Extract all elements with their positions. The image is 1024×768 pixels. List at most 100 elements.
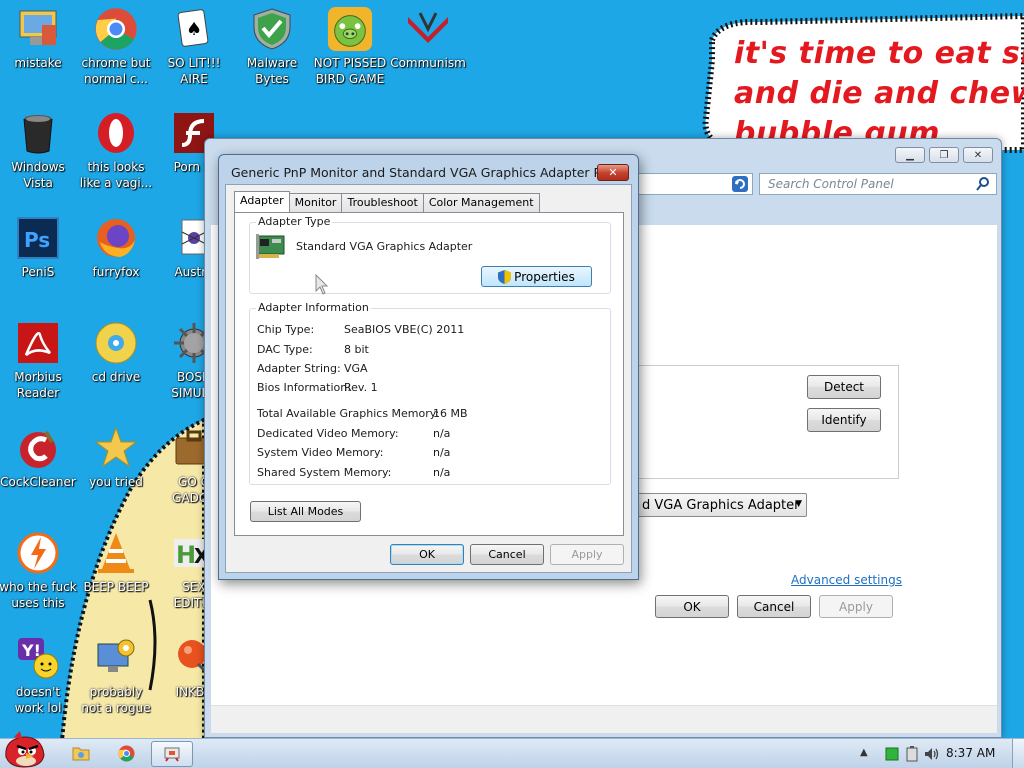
apply-button[interactable]: Apply [819, 595, 893, 618]
display-select[interactable]: d VGA Graphics Adapter ▼ [637, 493, 807, 517]
tab-color-management[interactable]: Color Management [422, 193, 540, 212]
dialog-cancel-button[interactable]: Cancel [470, 544, 544, 565]
system-memory-value: n/a [433, 446, 451, 459]
svg-text:Ps: Ps [24, 228, 50, 252]
desktop-icon-label: Communism [390, 56, 466, 70]
communism-icon [405, 6, 451, 52]
close-button[interactable]: ✕ [963, 147, 993, 163]
search-input[interactable]: Search Control Panel [759, 173, 997, 195]
properties-button[interactable]: Properties [481, 266, 592, 287]
desktop-icon[interactable]: this looks like a vagi... [76, 110, 156, 191]
desktop-icon-label: doesn't work lol [14, 685, 62, 715]
desktop-icon[interactable]: CockCleaner [0, 425, 78, 490]
tab-monitor[interactable]: Monitor [288, 193, 343, 212]
desktop-icon-label: Malware Bytes [246, 56, 298, 86]
adapter-info-legend: Adapter Information [256, 301, 371, 314]
adapter-type-group: Adapter Type Standard VGA Graphics Adapt… [249, 215, 611, 294]
desktop-icon[interactable]: you tried [76, 425, 156, 490]
adapter-type-legend: Adapter Type [256, 215, 333, 228]
chrome-icon [93, 6, 139, 52]
display-settings-icon [164, 747, 180, 762]
advanced-settings-link[interactable]: Advanced settings [791, 573, 902, 587]
chrome-icon [118, 745, 135, 762]
desktop-icon[interactable]: Morbius Reader [0, 320, 78, 401]
dac-type-key: DAC Type: [257, 343, 313, 356]
desktop-icon[interactable]: ♠ SO LIT!!! AIRE [154, 6, 234, 87]
bios-info-key: Bios Information: [257, 381, 351, 394]
taskbar-folder-button[interactable] [72, 745, 92, 763]
desktop-icon[interactable]: who the fuck uses this [0, 530, 78, 611]
close-icon: ✕ [973, 149, 983, 161]
solitaire-icon: ♠ [171, 6, 217, 52]
dedicated-memory-value: n/a [433, 427, 451, 440]
show-desktop-button[interactable] [1012, 739, 1024, 768]
folder-icon [72, 747, 90, 761]
total-memory-value: 16 MB [433, 407, 468, 420]
desktop-icon-label: CockCleaner [0, 475, 76, 489]
taskbar: ▲ 8:37 AM [0, 731, 1024, 768]
desktop-icon-label: probably not a rogue [81, 685, 151, 715]
desktop-icon[interactable]: cd drive [76, 320, 156, 385]
desktop-icon-label: Morbius Reader [14, 370, 62, 400]
tab-troubleshoot[interactable]: Troubleshoot [341, 193, 424, 212]
maximize-icon: ❐ [939, 149, 949, 161]
adapter-string-value: VGA [344, 362, 368, 375]
desktop-icon-label: Windows Vista [11, 160, 65, 190]
desktop-icon-label: this looks like a vagi... [79, 160, 153, 190]
refresh-button[interactable] [729, 173, 751, 195]
clock[interactable]: 8:37 AM [946, 746, 995, 760]
display-select-value: d VGA Graphics Adapter [642, 498, 800, 513]
adapter-properties-dialog[interactable]: Generic PnP Monitor and Standard VGA Gra… [218, 154, 639, 580]
dac-type-value: 8 bit [344, 343, 369, 356]
dedicated-memory-key: Dedicated Video Memory: [257, 427, 399, 440]
detect-button[interactable]: Detect [807, 375, 881, 399]
desktop-icon-label: BEEP BEEP [83, 580, 149, 594]
desktop-icon[interactable]: Communism [388, 6, 468, 71]
desktop-icon[interactable]: Y! doesn't work lol [0, 635, 78, 716]
list-all-modes-button[interactable]: List All Modes [250, 501, 361, 522]
minimize-button[interactable]: ▁ [895, 147, 925, 163]
minimize-icon: ▁ [906, 149, 914, 161]
maximize-button[interactable]: ❐ [929, 147, 959, 163]
ok-button[interactable]: OK [655, 595, 729, 618]
desktop-icon[interactable]: Windows Vista [0, 110, 78, 191]
dialog-title: Generic PnP Monitor and Standard VGA Gra… [231, 165, 617, 180]
gear-monitor-icon [93, 635, 139, 681]
dialog-close-button[interactable]: ✕ [597, 164, 629, 181]
cd-icon [93, 320, 139, 366]
tab-adapter[interactable]: Adapter [234, 191, 290, 212]
volume-icon[interactable] [924, 747, 940, 761]
ccleaner-icon [15, 425, 61, 471]
identify-button[interactable]: Identify [807, 408, 881, 432]
desktop-icon[interactable]: mistake [0, 6, 78, 71]
speech-line: and die and chew [734, 76, 1024, 111]
chip-type-key: Chip Type: [257, 323, 315, 336]
desktop-icon-label: you tried [89, 475, 143, 489]
desktop-icon-label: furryfox [92, 265, 140, 279]
cancel-button[interactable]: Cancel [737, 595, 811, 618]
desktop-icon[interactable]: chrome but normal c... [76, 6, 156, 87]
desktop-icon[interactable]: BEEP BEEP [76, 530, 156, 595]
desktop-icon[interactable]: Ps PeniS [0, 215, 78, 280]
taskbar-active-window-button[interactable] [151, 741, 193, 767]
svg-text:♠: ♠ [186, 19, 202, 40]
bios-info-value: Rev. 1 [344, 381, 378, 394]
vlc-icon [93, 530, 139, 576]
search-icon[interactable] [976, 177, 990, 191]
photoshop-icon: Ps [15, 215, 61, 261]
desktop-icon[interactable]: furryfox [76, 215, 156, 280]
show-hidden-icons-button[interactable]: ▲ [860, 747, 868, 758]
desktop-icon[interactable]: Malware Bytes [232, 6, 312, 87]
taskbar-chrome-button[interactable] [118, 745, 136, 763]
dialog-ok-button[interactable]: OK [390, 544, 464, 565]
dialog-apply-button[interactable]: Apply [550, 544, 624, 565]
recycle-bin-icon [15, 110, 61, 156]
start-button[interactable] [2, 731, 48, 768]
star-icon [93, 425, 139, 471]
battery-icon[interactable] [906, 746, 918, 762]
speech-bubble-text: it's time to eat shit and die and chew b… [734, 34, 1024, 140]
network-icon[interactable] [885, 747, 899, 761]
desktop-icon[interactable]: probably not a rogue [76, 635, 156, 716]
acrobat-icon [15, 320, 61, 366]
desktop-icon[interactable]: NOT PISSED BIRD GAME [310, 6, 390, 87]
